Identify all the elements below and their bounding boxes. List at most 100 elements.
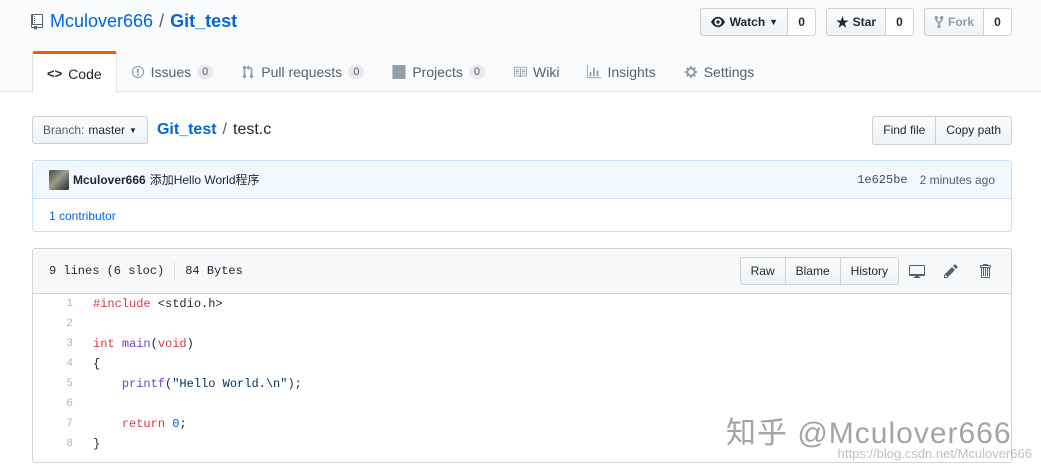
tab-wiki-label: Wiki — [533, 63, 560, 80]
commit-sha[interactable]: 1e625be — [857, 173, 907, 187]
commit-message[interactable]: 添加Hello World程序 — [150, 171, 260, 188]
watch-button[interactable]: Watch ▼ — [699, 8, 789, 36]
tab-insights[interactable]: Insights — [573, 51, 669, 92]
tab-settings-label: Settings — [703, 63, 755, 80]
desktop-button[interactable] — [901, 257, 933, 285]
avatar[interactable] — [49, 169, 69, 190]
star-group: ★ Star 0 — [826, 8, 914, 36]
latest-commit: Mculover666 添加Hello World程序 1e625be 2 mi… — [33, 161, 1011, 199]
repo-owner-link[interactable]: Mculover666 — [50, 11, 153, 32]
file-actions: Raw Blame History — [739, 257, 1001, 285]
repo-actions: Watch ▼ 0 ★ Star 0 Fork 0 — [699, 8, 1012, 36]
repo-header: Mculover666 / Git_test Watch ▼ 0 ★ Star … — [0, 0, 1041, 93]
line-content: int main(void) — [93, 337, 194, 351]
graph-icon — [587, 64, 602, 78]
line-number[interactable]: 1 — [33, 298, 83, 310]
pull-request-icon — [243, 64, 254, 78]
csdn-watermark: https://blog.csdn.net/Mculover666 — [837, 446, 1032, 461]
contributors-link[interactable]: 1 contributor — [33, 199, 1011, 232]
line-number[interactable]: 5 — [33, 378, 83, 390]
line-number[interactable]: 7 — [33, 418, 83, 430]
tab-issues-label: Issues — [150, 63, 192, 80]
file-size: 84 Bytes — [185, 264, 243, 278]
line-content: printf("Hello World.\n"); — [121, 377, 302, 391]
issues-count: 0 — [197, 64, 214, 79]
watch-label: Watch — [729, 15, 766, 29]
line-content: return 0; — [121, 417, 187, 431]
breadcrumb-separator: / — [222, 121, 227, 138]
star-label: Star — [852, 15, 876, 29]
branch-label: Branch: — [43, 123, 85, 137]
eye-icon — [710, 16, 725, 28]
tab-insights-label: Insights — [607, 63, 656, 80]
code-line: 4{ — [33, 354, 1011, 374]
pencil-icon — [944, 264, 958, 278]
file-nav-actions: Find file Copy path — [872, 115, 1012, 145]
edit-button[interactable] — [935, 257, 967, 285]
code-line: 1 #include <stdio.h> — [33, 294, 1011, 314]
desktop-icon — [909, 265, 925, 278]
line-number[interactable]: 2 — [33, 318, 83, 330]
fork-label: Fork — [947, 15, 974, 29]
line-content: } — [93, 437, 101, 451]
fork-icon — [934, 15, 944, 29]
tab-wiki[interactable]: Wiki — [499, 51, 573, 92]
file-lines-info: 9 lines (6 sloc) — [49, 264, 165, 278]
code-line: 2 — [33, 314, 1011, 334]
commit-tease: Mculover666 添加Hello World程序 1e625be 2 mi… — [32, 160, 1012, 232]
find-file-button[interactable]: Find file — [872, 115, 937, 145]
file-info-divider — [174, 262, 176, 280]
caret-down-icon: ▼ — [769, 17, 779, 27]
commit-meta: 1e625be 2 minutes ago — [857, 173, 995, 187]
wiki-icon — [513, 66, 528, 77]
breadcrumb-repo-link[interactable]: Git_test — [157, 121, 217, 139]
blame-button[interactable]: Blame — [785, 257, 841, 285]
file-header: 9 lines (6 sloc) 84 Bytes Raw Blame Hist… — [33, 249, 1011, 294]
repo-name-link[interactable]: Git_test — [170, 11, 237, 32]
project-icon — [392, 64, 406, 79]
breadcrumb-file: test.c — [233, 121, 272, 138]
gear-icon — [684, 65, 697, 78]
raw-button[interactable]: Raw — [739, 257, 786, 285]
line-number[interactable]: 3 — [33, 338, 83, 350]
delete-button[interactable] — [969, 257, 1001, 285]
watch-group: Watch ▼ 0 — [699, 8, 817, 36]
tab-code-label: Code — [68, 65, 102, 82]
line-content: #include <stdio.h> — [93, 297, 223, 311]
issue-icon — [131, 65, 144, 78]
watch-count[interactable]: 0 — [788, 8, 817, 36]
pull-requests-count: 0 — [348, 64, 365, 79]
tab-projects[interactable]: Projects 0 — [378, 51, 499, 92]
star-count[interactable]: 0 — [885, 8, 914, 36]
tab-issues[interactable]: Issues 0 — [117, 51, 228, 92]
fork-count[interactable]: 0 — [984, 8, 1012, 36]
line-number[interactable]: 8 — [33, 438, 83, 450]
tab-settings[interactable]: Settings — [670, 51, 769, 92]
star-button[interactable]: ★ Star — [826, 8, 886, 36]
caret-down-icon: ▼ — [129, 125, 137, 135]
branch-name: master — [88, 123, 126, 137]
fork-group: Fork 0 — [923, 8, 1012, 36]
copy-path-button[interactable]: Copy path — [936, 115, 1012, 145]
star-icon: ★ — [836, 13, 849, 30]
line-number[interactable]: 6 — [33, 398, 83, 410]
repo-icon — [31, 13, 43, 30]
repo-title: Mculover666 / Git_test — [31, 11, 237, 32]
fork-button[interactable]: Fork — [923, 8, 984, 36]
code-line: 3 int main(void) — [33, 334, 1011, 354]
line-content: { — [93, 357, 101, 371]
branch-selector[interactable]: Branch: master ▼ — [32, 116, 148, 144]
tab-code[interactable]: <> Code — [32, 51, 117, 93]
file-navigation: Branch: master ▼ Git_test / test.c Find … — [32, 115, 1012, 145]
tab-projects-label: Projects — [412, 63, 463, 80]
file-info: 9 lines (6 sloc) 84 Bytes — [49, 262, 243, 280]
line-number[interactable]: 4 — [33, 358, 83, 370]
tab-pull-requests[interactable]: Pull requests 0 — [227, 51, 378, 92]
commit-author[interactable]: Mculover666 — [73, 173, 146, 187]
projects-count: 0 — [468, 64, 486, 79]
trash-icon — [980, 264, 991, 278]
history-button[interactable]: History — [840, 257, 899, 285]
file-button-group: Raw Blame History — [739, 257, 899, 285]
tab-pull-requests-label: Pull requests — [261, 63, 343, 80]
code-icon: <> — [47, 66, 63, 81]
